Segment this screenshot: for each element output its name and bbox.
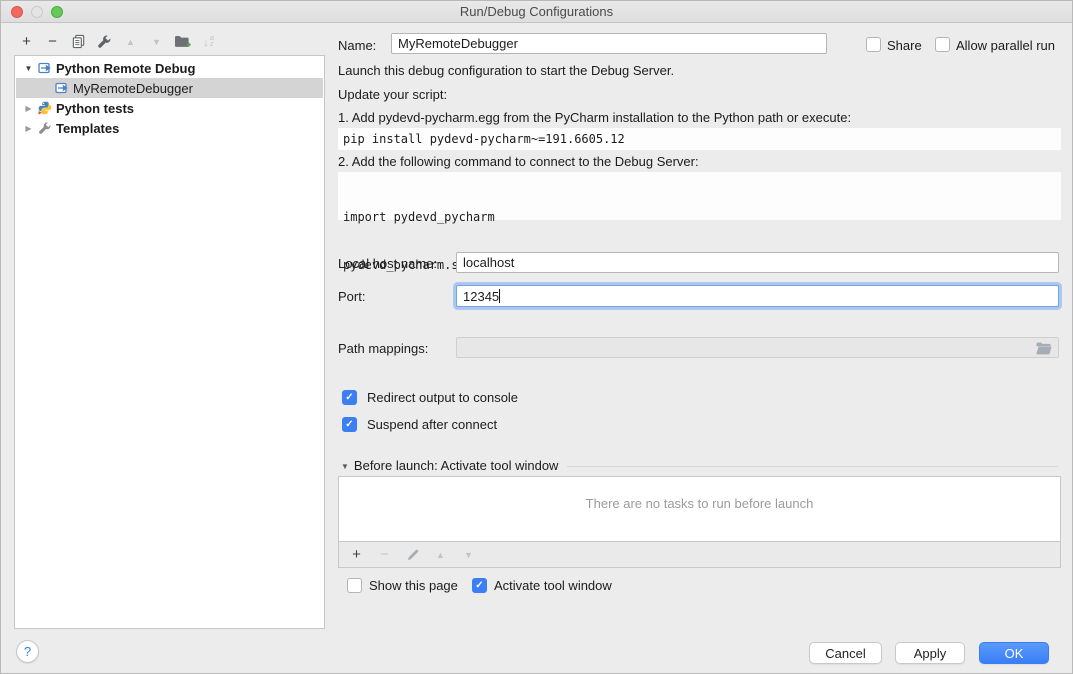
name-label: Name: <box>338 38 376 54</box>
before-launch-toolbar: + − ▲ ▼ <box>338 542 1061 568</box>
port-input[interactable] <box>456 285 1059 307</box>
instruction-step-2: 2. Add the following command to connect … <box>338 154 699 170</box>
add-icon[interactable]: + <box>18 33 35 50</box>
port-label: Port: <box>338 289 365 305</box>
run-debug-configurations-dialog: Run/Debug Configurations + − ▲ ▼ ↓ az ▼ … <box>0 0 1073 674</box>
chevron-expanded-icon[interactable]: ▼ <box>341 462 349 471</box>
text-caret <box>499 289 500 303</box>
path-mappings-label: Path mappings: <box>338 341 428 357</box>
port-field-wrap <box>456 285 1059 307</box>
edit-wrench-icon[interactable] <box>96 33 113 50</box>
before-launch-tasks-panel: There are no tasks to run before launch <box>338 476 1061 542</box>
tree-item-myremotedebugger[interactable]: MyRemoteDebugger <box>16 78 323 98</box>
activate-tool-window-label: Activate tool window <box>494 578 612 594</box>
local-host-name-label: Local host name: <box>338 256 437 272</box>
redirect-output-checkbox[interactable]: ✓ <box>342 390 357 405</box>
copy-icon[interactable] <box>70 33 87 50</box>
chevron-expanded-icon[interactable]: ▼ <box>22 64 35 73</box>
show-this-page-checkbox[interactable] <box>347 578 362 593</box>
activate-tool-window-checkbox[interactable]: ✓ <box>472 578 487 593</box>
local-host-name-input[interactable] <box>456 252 1059 273</box>
tree-item-templates[interactable]: ▶ Templates <box>16 118 323 138</box>
chevron-collapsed-icon[interactable]: ▶ <box>22 104 35 113</box>
before-launch-section-header: ▼ Before launch: Activate tool window <box>338 458 1058 474</box>
instruction-line-1: Launch this debug configuration to start… <box>338 63 674 79</box>
settrace-code-snippet: import pydevd_pycharm pydevd_pycharm.set… <box>338 172 1061 220</box>
window-title: Run/Debug Configurations <box>460 4 613 19</box>
share-checkbox[interactable] <box>866 37 881 52</box>
check-icon: ✓ <box>345 392 353 403</box>
move-up-icon: ▲ <box>432 546 449 563</box>
ok-button[interactable]: OK <box>979 642 1049 664</box>
remote-debug-icon <box>37 61 53 75</box>
tree-item-label: Templates <box>56 121 119 136</box>
python-tests-icon <box>37 101 53 115</box>
pip-install-code-snippet: pip install pydevd-pycharm~=191.6605.12 <box>338 128 1061 150</box>
folder-icon[interactable] <box>1036 342 1052 358</box>
check-icon: ✓ <box>345 419 353 430</box>
path-mappings-input[interactable] <box>456 337 1059 358</box>
no-tasks-message: There are no tasks to run before launch <box>339 496 1060 511</box>
remove-icon: − <box>376 546 393 563</box>
configurations-tree: ▼ Python Remote Debug MyRemoteDebugger ▶… <box>14 55 325 629</box>
instruction-line-2: Update your script: <box>338 87 447 103</box>
section-divider <box>567 466 1058 467</box>
tree-item-label: Python tests <box>56 101 134 116</box>
add-icon[interactable]: + <box>348 546 365 563</box>
suspend-after-connect-checkbox[interactable]: ✓ <box>342 417 357 432</box>
move-down-icon: ▼ <box>148 33 165 50</box>
move-down-icon: ▼ <box>460 546 477 563</box>
remote-debug-icon <box>54 81 70 95</box>
suspend-after-connect-label: Suspend after connect <box>367 417 497 433</box>
tree-item-python-tests[interactable]: ▶ Python tests <box>16 98 323 118</box>
check-icon: ✓ <box>475 580 483 591</box>
name-input[interactable] <box>391 33 827 54</box>
before-launch-label: Before launch: Activate tool window <box>354 458 559 474</box>
configurations-toolbar: + − ▲ ▼ ↓ az <box>18 33 217 50</box>
allow-parallel-run-checkbox[interactable] <box>935 37 950 52</box>
tree-item-label: Python Remote Debug <box>56 61 195 76</box>
remove-icon[interactable]: − <box>44 33 61 50</box>
maximize-button[interactable] <box>51 6 63 18</box>
help-button[interactable]: ? <box>16 640 39 663</box>
code-line: import pydevd_pycharm <box>343 209 1061 225</box>
minimize-button <box>31 6 43 18</box>
chevron-collapsed-icon[interactable]: ▶ <box>22 124 35 133</box>
traffic-lights <box>11 6 63 18</box>
wrench-icon <box>37 121 53 135</box>
share-label: Share <box>887 38 922 54</box>
title-bar: Run/Debug Configurations <box>1 1 1072 23</box>
tree-item-label: MyRemoteDebugger <box>73 81 193 96</box>
apply-button[interactable]: Apply <box>895 642 965 664</box>
close-button[interactable] <box>11 6 23 18</box>
show-this-page-label: Show this page <box>369 578 458 594</box>
cancel-button[interactable]: Cancel <box>809 642 882 664</box>
new-folder-icon[interactable] <box>174 33 191 50</box>
sort-alphabetically-icon: ↓ az <box>200 33 217 50</box>
tree-item-python-remote-debug[interactable]: ▼ Python Remote Debug <box>16 58 323 78</box>
allow-parallel-run-label: Allow parallel run <box>956 38 1055 54</box>
instruction-step-1: 1. Add pydevd-pycharm.egg from the PyCha… <box>338 110 851 126</box>
edit-pencil-icon <box>404 546 421 563</box>
redirect-output-label: Redirect output to console <box>367 390 518 406</box>
help-question-mark: ? <box>24 644 31 659</box>
move-up-icon: ▲ <box>122 33 139 50</box>
